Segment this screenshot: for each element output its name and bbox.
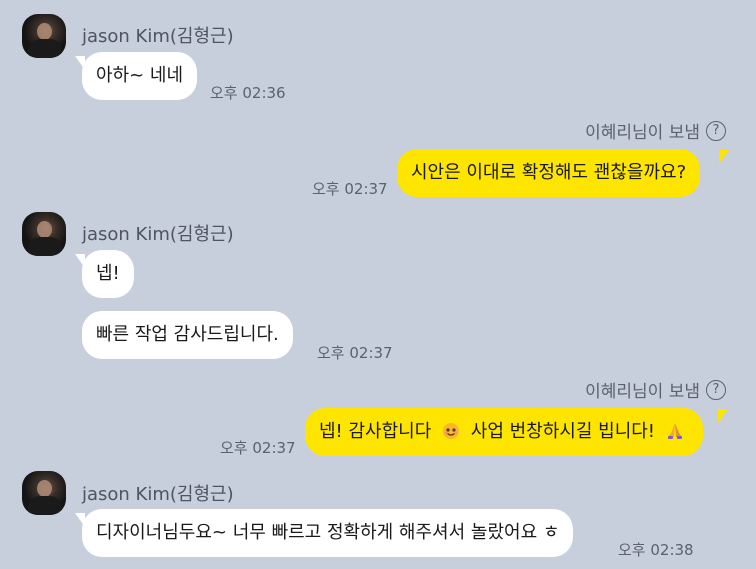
message-time: 오후 02:38 [618, 541, 694, 559]
praying-hands-emoji-icon [667, 423, 682, 439]
message-time: 오후 02:37 [220, 439, 296, 457]
bubble-tail [719, 150, 729, 164]
sender-name: jason Kim(김형근) [82, 224, 234, 245]
message-bubble[interactable]: 넵! [82, 250, 134, 298]
message-bubble[interactable]: 디자이너님두요~ 너무 빠르고 정확하게 해주셔서 놀랐어요 ㅎ [82, 509, 574, 557]
sent-by-label: 이혜리님이 보냄 [585, 382, 700, 402]
message-time: 오후 02:37 [317, 344, 393, 362]
avatar[interactable] [22, 14, 66, 58]
message-time: 오후 02:37 [312, 180, 388, 198]
avatar[interactable] [22, 471, 66, 515]
sent-by-note: 이혜리님이 보냄 ? [585, 118, 726, 143]
message-bubble[interactable]: 넵! 감사합니다 사업 번창하시길 빕니다! [305, 408, 703, 456]
help-icon[interactable]: ? [706, 379, 726, 400]
sender-name: jason Kim(김형근) [82, 484, 234, 505]
smiling-face-emoji-icon [443, 423, 460, 439]
message-bubble[interactable]: 아하~ 네네 [82, 52, 198, 100]
message-text: 넵! 감사합니다 [319, 421, 432, 442]
help-icon[interactable]: ? [706, 120, 726, 141]
bubble-tail [718, 409, 728, 423]
message-time: 오후 02:36 [210, 84, 286, 102]
sender-name: jason Kim(김형근) [82, 26, 234, 47]
sent-by-label: 이혜리님이 보냄 [585, 123, 700, 143]
message-bubble[interactable]: 시안은 이대로 확정해도 괜찮을까요? [397, 149, 701, 197]
message-text: 사업 번창하시길 빕니다! [470, 421, 656, 442]
avatar[interactable] [22, 212, 66, 256]
sent-by-note: 이혜리님이 보냄 ? [585, 377, 726, 402]
message-bubble[interactable]: 빠른 작업 감사드립니다. [82, 311, 293, 359]
